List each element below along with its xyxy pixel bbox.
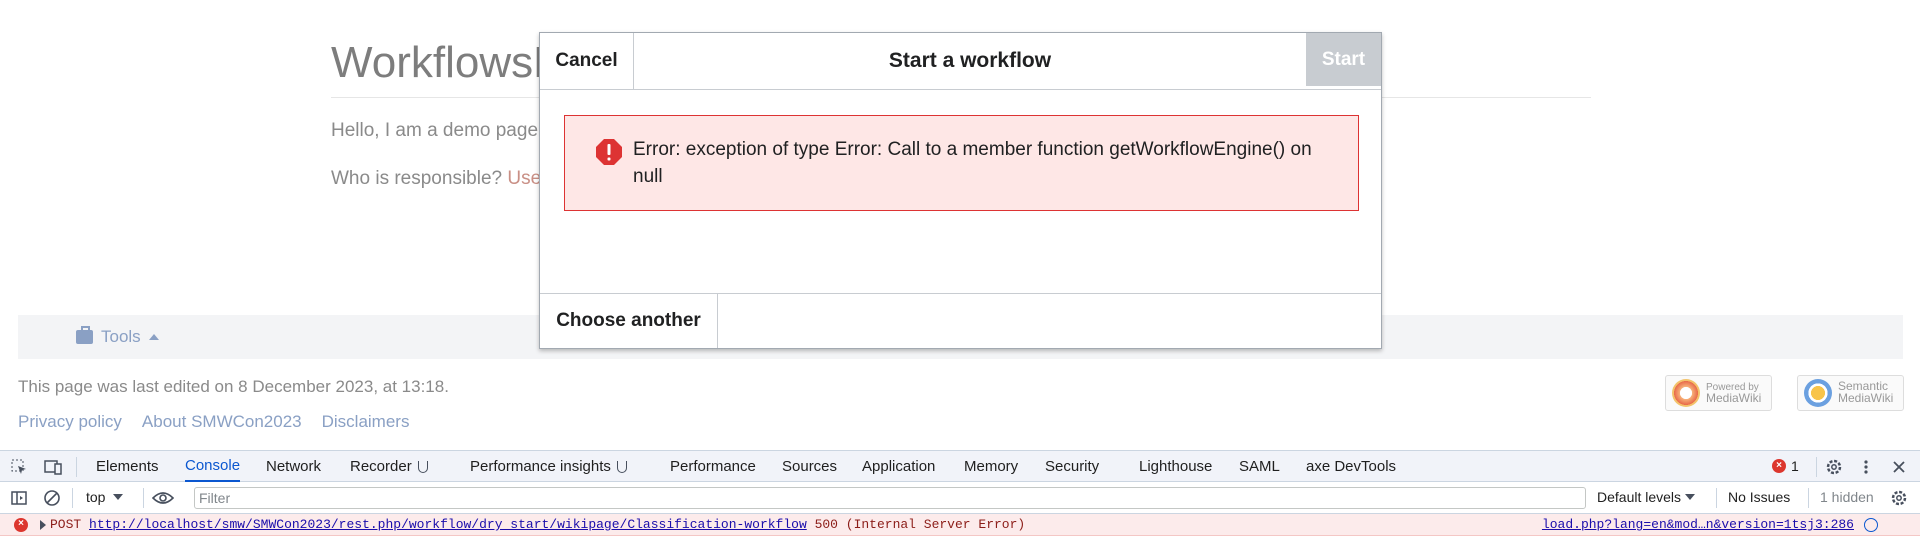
network-globe-icon[interactable] [1864, 518, 1878, 532]
device-toolbar-icon[interactable] [44, 458, 62, 476]
tools-label: Tools [101, 327, 141, 346]
filter-input[interactable]: Filter [194, 487, 1586, 509]
last-edited: This page was last edited on 8 December … [18, 377, 449, 396]
expand-arrow-icon[interactable] [40, 520, 46, 530]
console-settings-gear-icon[interactable] [1890, 489, 1908, 507]
tab-recorder[interactable]: Recorder [350, 451, 428, 482]
tab-network[interactable]: Network [266, 451, 321, 482]
start-workflow-dialog: Cancel Start a workflow Start Error: exc… [539, 32, 1382, 349]
request-url-link[interactable]: http://localhost/smw/SMWCon2023/rest.php… [89, 517, 807, 532]
hidden-count: 1 hidden [1820, 489, 1874, 505]
tab-elements[interactable]: Elements [96, 451, 159, 482]
tab-application[interactable]: Application [862, 451, 935, 482]
inspect-element-icon[interactable] [10, 458, 28, 476]
sidebar-toggle-icon[interactable] [10, 489, 28, 507]
footer-link-about[interactable]: About SMWCon2023 [142, 412, 302, 432]
toolbar-separator [143, 488, 144, 508]
tab-console[interactable]: Console [185, 451, 241, 482]
badge-line2: MediaWiki [1838, 391, 1894, 405]
issues-button[interactable]: No Issues [1728, 489, 1790, 505]
semantic-mediawiki-badge[interactable]: Semantic MediaWiki [1797, 375, 1904, 411]
dialog-title: Start a workflow [888, 49, 1052, 72]
toolbar-separator [76, 457, 77, 477]
context-selector[interactable]: top [86, 489, 124, 505]
powered-by-mediawiki-badge[interactable]: Powered by MediaWiki [1665, 375, 1772, 411]
log-levels-dropdown[interactable]: Default levels [1597, 489, 1696, 505]
error-message-box: Error: exception of type Error: Call to … [564, 115, 1359, 211]
experiment-icon [417, 460, 428, 473]
toolbar-separator [1816, 457, 1817, 477]
source-link[interactable]: load.php?lang=en&mod…n&version=1tsj3:286 [1542, 517, 1854, 532]
error-x-icon: × [1772, 459, 1786, 473]
settings-gear-icon[interactable] [1825, 458, 1843, 476]
cancel-button[interactable]: Cancel [540, 33, 634, 89]
chevron-down-icon [1685, 494, 1696, 500]
console-toolbar: top Filter Default levels No Issues 1 hi… [0, 482, 1920, 514]
mediawiki-logo-icon [1672, 379, 1700, 407]
choose-another-button[interactable]: Choose another [540, 294, 718, 348]
request-method: POST [50, 517, 82, 532]
tab-performance-insights[interactable]: Performance insights [470, 451, 627, 482]
context-value: top [86, 489, 106, 505]
error-text: Error: exception of type Error: Call to … [633, 139, 1312, 187]
responsible-link[interactable]: Use [507, 168, 541, 189]
tab-sources[interactable]: Sources [782, 451, 837, 482]
live-expression-eye-icon[interactable] [152, 489, 174, 507]
tab-performance-insights-label: Performance insights [470, 458, 611, 475]
tab-axe-devtools[interactable]: axe DevTools [1306, 451, 1396, 482]
error-x-icon: × [14, 518, 28, 532]
tab-security[interactable]: Security [1045, 451, 1099, 482]
toolbar-separator [72, 488, 73, 508]
tab-lighthouse[interactable]: Lighthouse [1139, 451, 1212, 482]
footer-link-disclaimers[interactable]: Disclaimers [322, 412, 410, 432]
toolbar-separator [1808, 488, 1809, 508]
more-options-icon[interactable] [1857, 458, 1875, 476]
tools-menu[interactable]: Tools [76, 326, 159, 347]
badge-line2: MediaWiki [1706, 390, 1762, 405]
tab-recorder-label: Recorder [350, 458, 412, 475]
responsible-label: Who is responsible? [331, 168, 503, 189]
clear-console-icon[interactable] [43, 489, 61, 507]
chevron-down-icon [113, 494, 124, 500]
error-count: 1 [1791, 458, 1799, 474]
responsible-text: Who is responsible? Use [331, 168, 541, 190]
dialog-header: Cancel Start a workflow Start [540, 33, 1381, 90]
smw-logo-icon [1804, 379, 1832, 407]
intro-text: Hello, I am a demo page [331, 120, 539, 141]
request-status: 500 (Internal Server Error) [814, 517, 1026, 532]
error-icon [596, 139, 622, 165]
toolbar-separator [1716, 488, 1717, 508]
close-icon[interactable] [1890, 458, 1908, 476]
footer-link-privacy[interactable]: Privacy policy [18, 412, 122, 432]
console-error-message[interactable]: × POST http://localhost/smw/SMWCon2023/r… [0, 514, 1920, 536]
tab-memory[interactable]: Memory [964, 451, 1018, 482]
experiment-icon [616, 460, 627, 473]
page-title: WorkflowsD [331, 38, 565, 87]
toolbox-icon [76, 326, 93, 344]
log-levels-label: Default levels [1597, 489, 1682, 505]
error-count-badge[interactable]: × 1 [1772, 458, 1799, 474]
devtools-panel: Elements Console Network Recorder Perfor… [0, 450, 1920, 551]
devtools-tabbar: Elements Console Network Recorder Perfor… [0, 451, 1920, 482]
tab-performance[interactable]: Performance [670, 451, 756, 482]
caret-up-icon [148, 334, 159, 340]
footer-links: Privacy policy About SMWCon2023 Disclaim… [18, 412, 409, 432]
start-button[interactable]: Start [1306, 33, 1381, 86]
dialog-footer: Choose another [540, 293, 1381, 348]
tab-saml[interactable]: SAML [1239, 451, 1280, 482]
